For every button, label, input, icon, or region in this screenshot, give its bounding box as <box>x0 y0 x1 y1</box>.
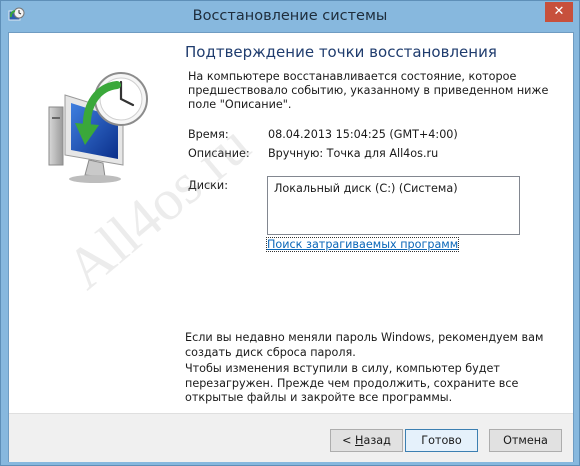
side-panel <box>9 33 166 413</box>
page-title: Подтверждение точки восстановления <box>185 43 497 61</box>
finish-button[interactable]: Готово <box>405 429 478 452</box>
system-restore-clock-icon <box>48 72 148 183</box>
disks-label: Диски: <box>188 179 228 192</box>
back-button[interactable]: < Назад <box>330 429 403 452</box>
button-bar: < Назад Готово Отмена <box>9 413 573 462</box>
list-item[interactable]: Локальный диск (C:) (Система) <box>274 182 458 195</box>
window-title: Восстановление системы <box>192 8 388 24</box>
back-button-rest: азад <box>363 434 391 447</box>
time-label: Время: <box>188 128 229 141</box>
restore-description-label: Описание: <box>188 147 250 160</box>
title-bar[interactable]: Восстановление системы ✕ <box>1 1 579 32</box>
cancel-button[interactable]: Отмена <box>489 429 562 452</box>
dialog-client-area: Подтверждение точки восстановления На ко… <box>8 32 574 462</box>
scan-affected-programs-link[interactable]: Поиск затрагиваемых программ <box>265 237 460 252</box>
system-restore-window: Восстановление системы ✕ Подтверждение т… <box>0 0 580 466</box>
restart-note: Чтобы изменения вступили в силу, компьют… <box>185 362 519 404</box>
close-button[interactable]: ✕ <box>545 2 573 22</box>
description-text: На компьютере восстанавливается состояни… <box>188 70 549 111</box>
back-button-prefix: < <box>342 434 356 447</box>
restore-description-value: Вручную: Точка для All4os.ru <box>268 147 439 160</box>
password-note: Если вы недавно меняли пароль Windows, р… <box>185 331 544 359</box>
confirmation-content: Подтверждение точки восстановления На ко… <box>185 33 569 413</box>
disks-list[interactable]: Локальный диск (C:) (Система) <box>267 176 520 235</box>
time-value: 08.04.2013 15:04:25 (GMT+4:00) <box>268 128 458 141</box>
